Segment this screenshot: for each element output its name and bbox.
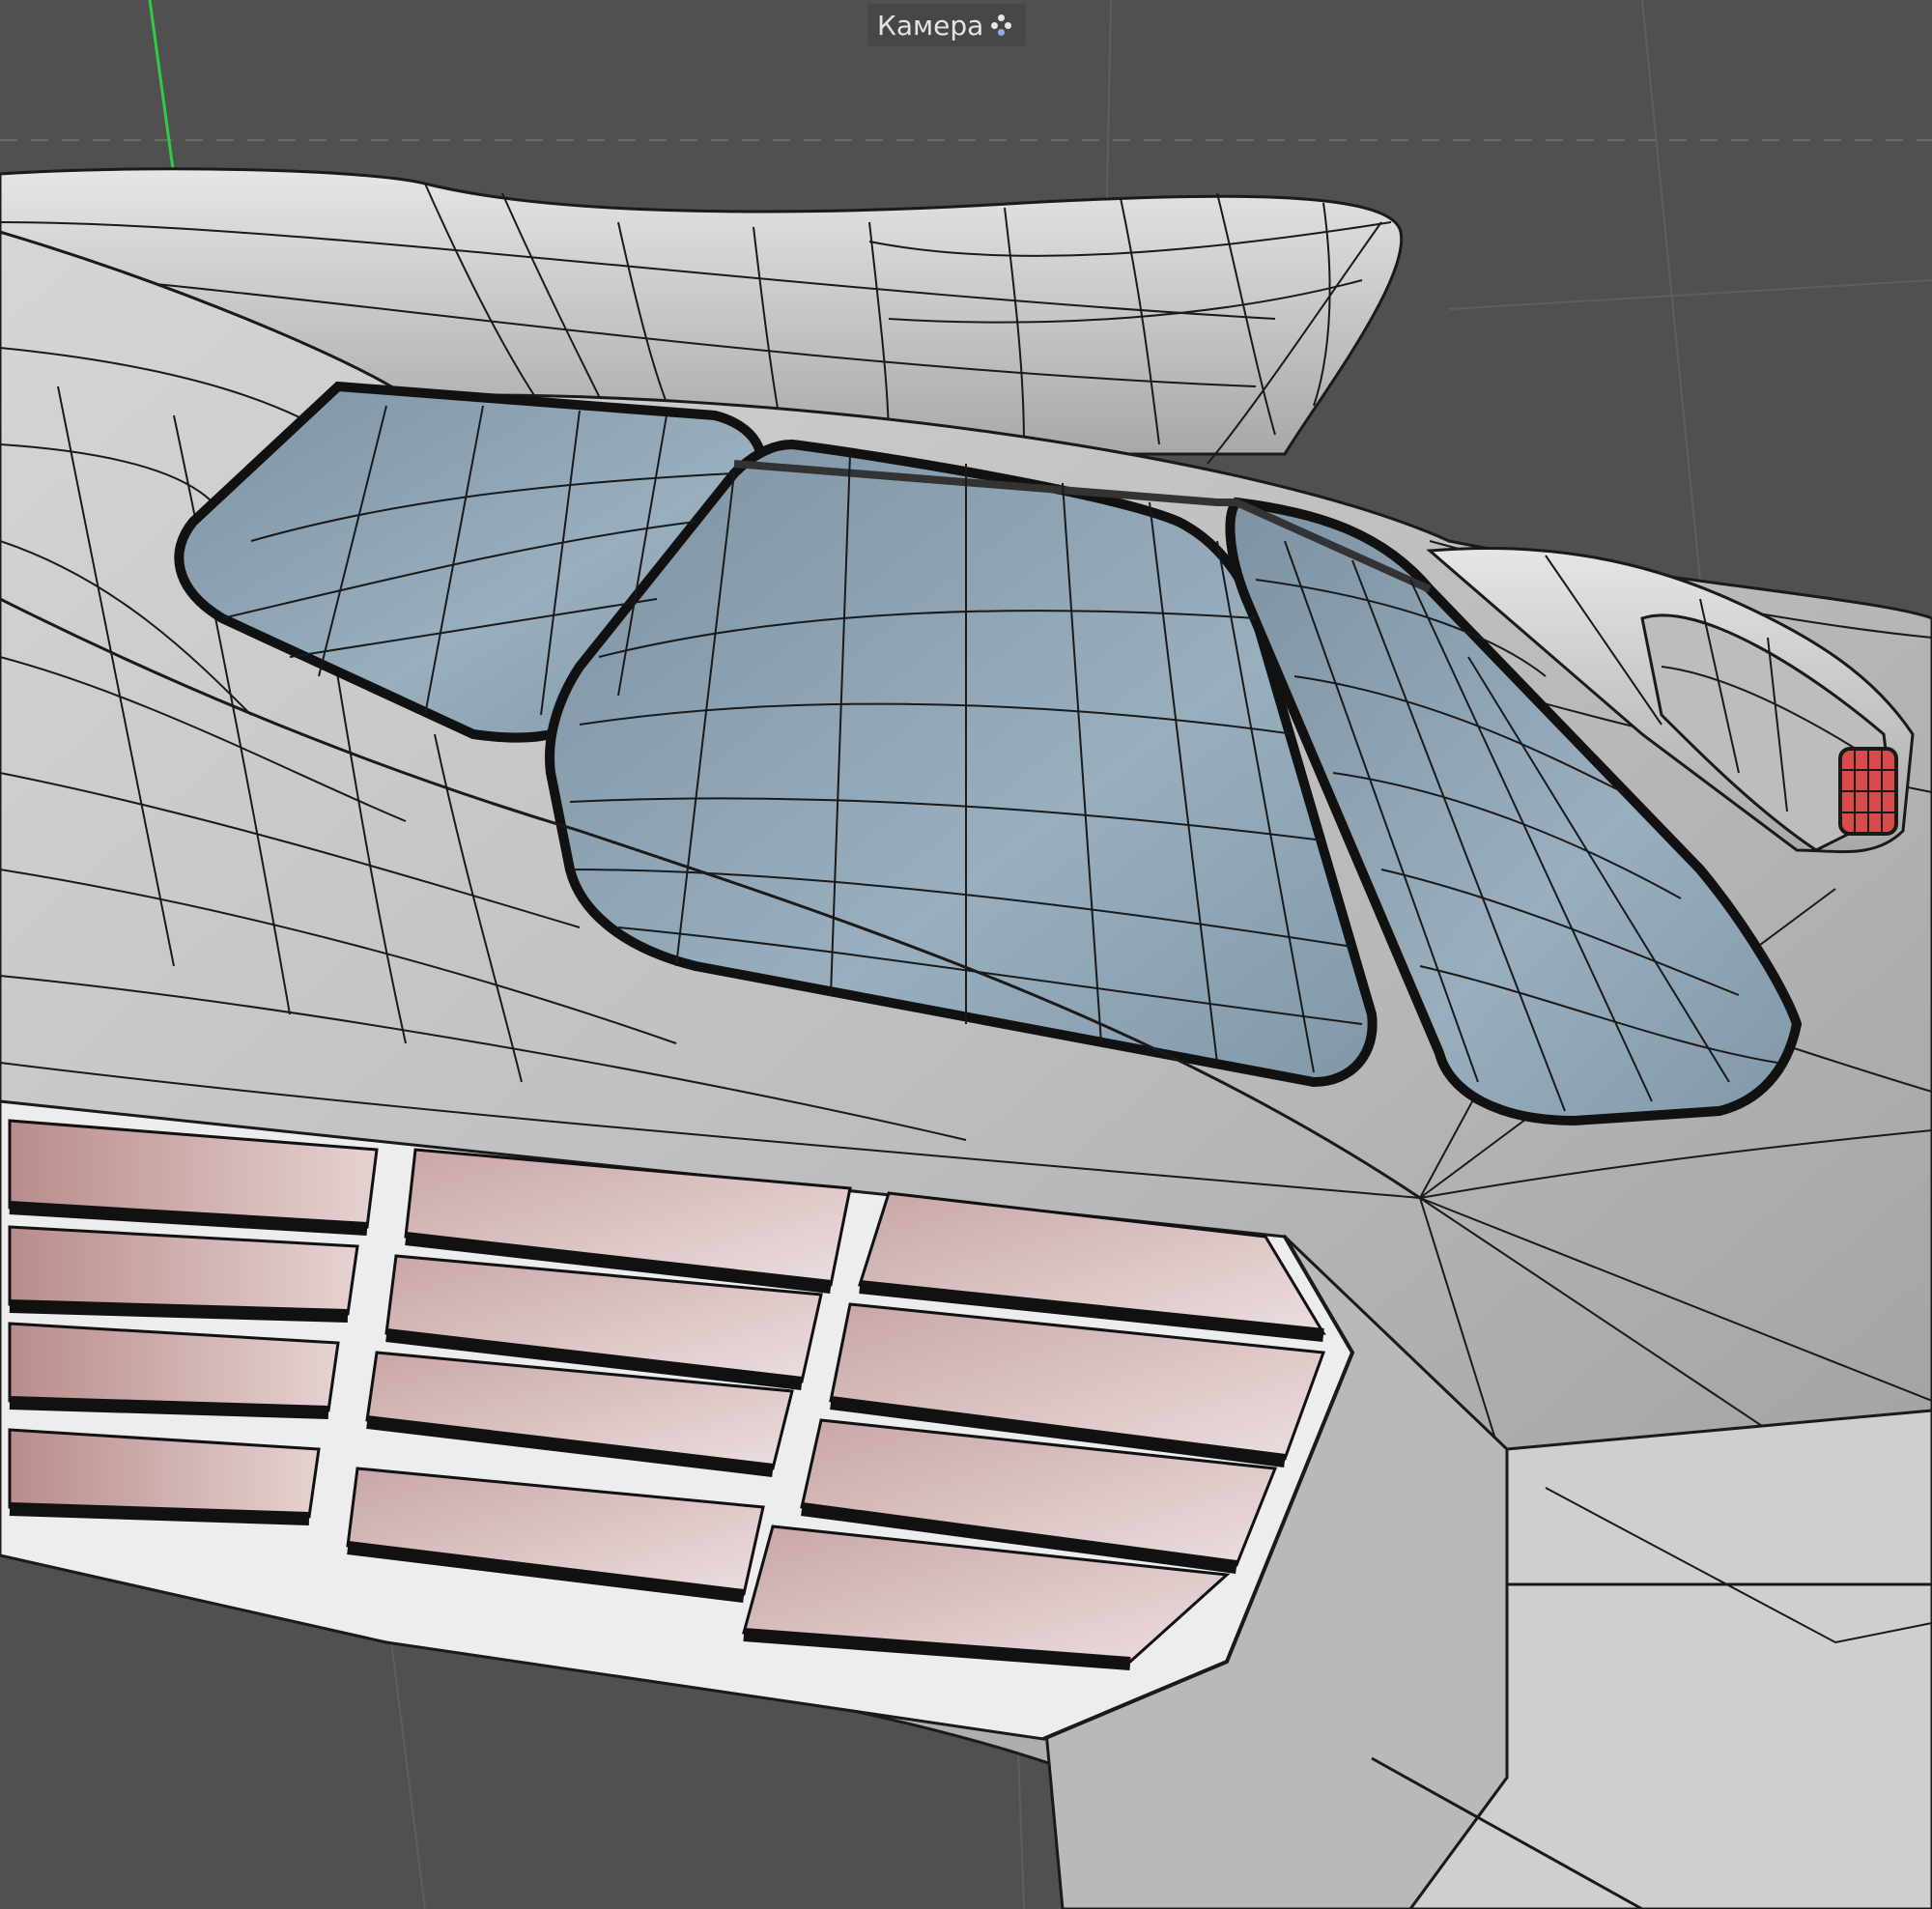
camera-badge[interactable]: Камера (867, 4, 1027, 46)
camera-mode-icon[interactable] (989, 13, 1014, 38)
camera-label: Камера (877, 9, 984, 42)
3d-viewport[interactable]: Камера (0, 0, 1932, 1909)
thruster-nozzle (1838, 747, 1898, 836)
viewport-scene[interactable] (0, 0, 1932, 1909)
